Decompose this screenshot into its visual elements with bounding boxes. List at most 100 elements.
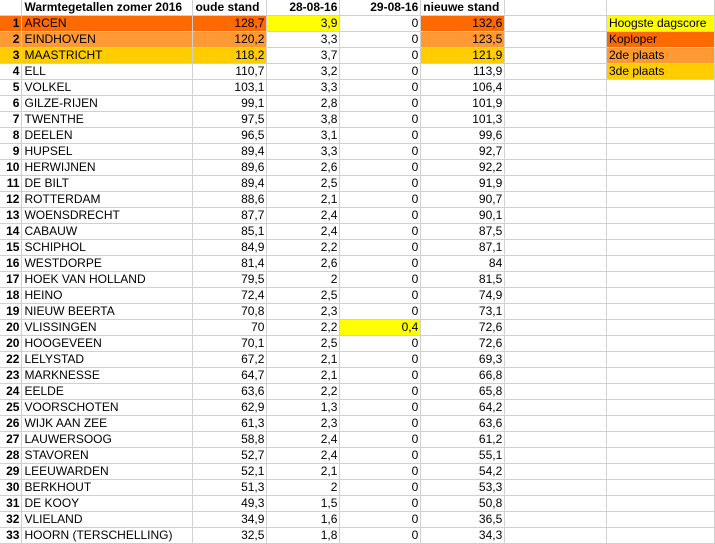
old-total-cell[interactable]: 62,9 xyxy=(192,399,268,416)
cell-empty[interactable] xyxy=(606,95,715,112)
day1-score-cell[interactable]: 2,1 xyxy=(266,367,341,384)
new-total-cell[interactable]: 132,6 xyxy=(420,15,506,32)
cell-empty[interactable] xyxy=(504,367,607,384)
old-total-cell[interactable]: 32,5 xyxy=(192,527,268,544)
day2-score-cell[interactable]: 0 xyxy=(339,495,422,512)
old-total-cell[interactable]: 110,7 xyxy=(192,63,268,80)
station-name-cell[interactable]: LEEUWARDEN xyxy=(21,463,194,480)
rank-cell[interactable]: 6 xyxy=(0,95,23,112)
cell-empty[interactable] xyxy=(504,463,607,480)
day1-score-cell[interactable]: 2,4 xyxy=(266,447,341,464)
station-name-cell[interactable]: STAVOREN xyxy=(21,447,194,464)
rank-cell[interactable]: 4 xyxy=(0,63,23,80)
station-name-cell[interactable]: LAUWERSOOG xyxy=(21,431,194,448)
cell-empty[interactable] xyxy=(504,143,607,160)
new-total-cell[interactable]: 54,2 xyxy=(420,463,506,480)
day1-score-cell[interactable]: 2,6 xyxy=(266,255,341,272)
cell-empty[interactable] xyxy=(606,223,715,240)
day2-score-cell[interactable]: 0 xyxy=(339,95,422,112)
new-total-cell[interactable]: 99,6 xyxy=(420,127,506,144)
day1-score-cell[interactable]: 2,4 xyxy=(266,223,341,240)
day1-score-cell[interactable]: 2,8 xyxy=(266,95,341,112)
cell-empty[interactable] xyxy=(504,79,607,96)
cell-empty[interactable] xyxy=(606,271,715,288)
cell-empty[interactable] xyxy=(606,479,715,496)
new-total-cell[interactable]: 87,5 xyxy=(420,223,506,240)
old-total-cell[interactable]: 52,1 xyxy=(192,463,268,480)
new-total-cell[interactable]: 53,3 xyxy=(420,479,506,496)
cell-empty[interactable] xyxy=(504,95,607,112)
new-total-cell[interactable]: 66,8 xyxy=(420,367,506,384)
day1-score-cell[interactable]: 3,3 xyxy=(266,79,341,96)
rank-cell[interactable]: 27 xyxy=(0,431,23,448)
day2-score-cell[interactable]: 0 xyxy=(339,511,422,528)
new-total-cell[interactable]: 92,2 xyxy=(420,159,506,176)
day2-score-cell[interactable]: 0 xyxy=(339,415,422,432)
cell-empty[interactable] xyxy=(504,207,607,224)
station-name-cell[interactable]: HUPSEL xyxy=(21,143,194,160)
cell-empty[interactable] xyxy=(504,111,607,128)
rank-cell[interactable]: 30 xyxy=(0,479,23,496)
cell-empty[interactable] xyxy=(504,15,607,32)
cell-empty[interactable] xyxy=(606,303,715,320)
day1-score-cell[interactable]: 2,4 xyxy=(266,207,341,224)
new-total-cell[interactable]: 121,9 xyxy=(420,47,506,64)
new-total-cell[interactable]: 113,9 xyxy=(420,63,506,80)
rank-cell[interactable]: 12 xyxy=(0,191,23,208)
new-total-cell[interactable]: 84 xyxy=(420,255,506,272)
rank-cell[interactable]: 2 xyxy=(0,31,23,48)
day1-score-cell[interactable]: 2,3 xyxy=(266,415,341,432)
day1-score-cell[interactable]: 2,1 xyxy=(266,351,341,368)
station-name-cell[interactable]: ROTTERDAM xyxy=(21,191,194,208)
day2-score-cell[interactable]: 0 xyxy=(339,431,422,448)
old-total-cell[interactable]: 81,4 xyxy=(192,255,268,272)
day1-score-cell[interactable]: 3,8 xyxy=(266,111,341,128)
cell-empty[interactable] xyxy=(504,351,607,368)
cell-empty[interactable] xyxy=(0,0,23,16)
day2-score-cell[interactable]: 0 xyxy=(339,31,422,48)
day1-score-cell[interactable]: 2,3 xyxy=(266,303,341,320)
cell-empty[interactable] xyxy=(606,111,715,128)
rank-cell[interactable]: 15 xyxy=(0,239,23,256)
old-total-cell[interactable]: 61,3 xyxy=(192,415,268,432)
cell-empty[interactable] xyxy=(504,527,607,544)
new-total-cell[interactable]: 50,8 xyxy=(420,495,506,512)
col-header-new[interactable]: nieuwe stand xyxy=(420,0,506,16)
new-total-cell[interactable]: 61,2 xyxy=(420,431,506,448)
old-total-cell[interactable]: 128,7 xyxy=(192,15,268,32)
day2-score-cell[interactable]: 0 xyxy=(339,143,422,160)
station-name-cell[interactable]: MARKNESSE xyxy=(21,367,194,384)
rank-cell[interactable]: 8 xyxy=(0,127,23,144)
day1-score-cell[interactable]: 2,2 xyxy=(266,239,341,256)
cell-empty[interactable] xyxy=(606,383,715,400)
cell-empty[interactable] xyxy=(606,127,715,144)
cell-empty[interactable] xyxy=(504,127,607,144)
rank-cell[interactable]: 26 xyxy=(0,415,23,432)
cell-empty[interactable] xyxy=(504,399,607,416)
old-total-cell[interactable]: 34,9 xyxy=(192,511,268,528)
day2-score-cell[interactable]: 0 xyxy=(339,399,422,416)
day1-score-cell[interactable]: 2,1 xyxy=(266,191,341,208)
cell-empty[interactable] xyxy=(504,223,607,240)
rank-cell[interactable]: 11 xyxy=(0,175,23,192)
new-total-cell[interactable]: 87,1 xyxy=(420,239,506,256)
cell-empty[interactable] xyxy=(606,143,715,160)
rank-cell[interactable]: 7 xyxy=(0,111,23,128)
rank-cell[interactable]: 18 xyxy=(0,287,23,304)
new-total-cell[interactable]: 90,1 xyxy=(420,207,506,224)
legend-cell[interactable]: Koploper xyxy=(606,31,715,48)
rank-cell[interactable]: 25 xyxy=(0,399,23,416)
station-name-cell[interactable]: LELYSTAD xyxy=(21,351,194,368)
cell-empty[interactable] xyxy=(606,399,715,416)
cell-empty[interactable] xyxy=(606,0,715,16)
rank-cell[interactable]: 5 xyxy=(0,79,23,96)
station-name-cell[interactable]: DEELEN xyxy=(21,127,194,144)
day1-score-cell[interactable]: 1,8 xyxy=(266,527,341,544)
cell-empty[interactable] xyxy=(504,303,607,320)
cell-empty[interactable] xyxy=(504,239,607,256)
new-total-cell[interactable]: 36,5 xyxy=(420,511,506,528)
day1-score-cell[interactable]: 2 xyxy=(266,479,341,496)
old-total-cell[interactable]: 70,1 xyxy=(192,335,268,352)
day2-score-cell[interactable]: 0 xyxy=(339,447,422,464)
old-total-cell[interactable]: 89,4 xyxy=(192,175,268,192)
